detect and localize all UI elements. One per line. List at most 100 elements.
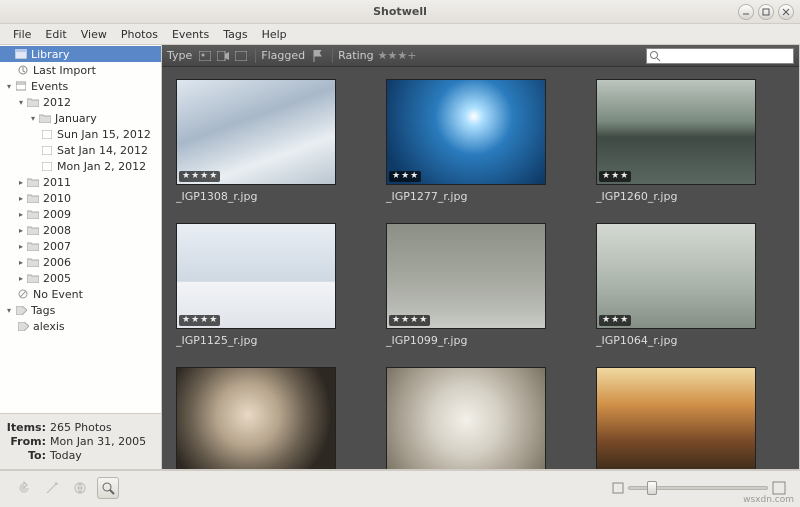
menu-photos[interactable]: Photos — [114, 26, 165, 43]
zoom-slider-thumb[interactable] — [647, 481, 657, 495]
photo-card[interactable]: ★★★ _IGP1064_r.jpg — [596, 223, 756, 347]
chevron-right-icon[interactable]: ▸ — [16, 178, 26, 187]
search-box[interactable] — [646, 48, 794, 64]
sidebar-label: Last Import — [33, 64, 96, 77]
photo-card[interactable] — [386, 367, 546, 469]
sidebar-item-2011[interactable]: ▸2011 — [0, 174, 161, 190]
search-input[interactable] — [661, 50, 800, 62]
meta-from-label: From: — [6, 435, 46, 448]
type-photos-icon[interactable] — [197, 48, 213, 64]
chevron-right-icon[interactable]: ▸ — [16, 274, 26, 283]
photo-thumbnail[interactable] — [386, 367, 546, 469]
photo-thumbnail[interactable] — [596, 367, 756, 469]
chevron-right-icon[interactable]: ▸ — [16, 242, 26, 251]
chevron-right-icon[interactable]: ▸ — [16, 194, 26, 203]
sidebar-item-library[interactable]: Library — [0, 46, 161, 62]
photo-card[interactable]: ★★★_IGP1260_r.jpg — [596, 79, 756, 203]
sidebar-item-date[interactable]: Sat Jan 14, 2012 — [0, 142, 161, 158]
sidebar-label: Events — [31, 80, 68, 93]
photo-filename: _IGP1064_r.jpg — [596, 334, 756, 347]
sidebar-item-2005[interactable]: ▸2005 — [0, 270, 161, 286]
folder-icon — [26, 208, 40, 220]
zoom-in-icon[interactable] — [772, 481, 786, 495]
photo-thumbnail[interactable]: ★★★ — [596, 79, 756, 185]
maximize-button[interactable] — [758, 4, 774, 20]
photo-thumbnail[interactable]: ★★★ — [386, 79, 546, 185]
event-icon — [40, 128, 54, 140]
menu-view[interactable]: View — [74, 26, 114, 43]
sidebar-item-2008[interactable]: ▸2008 — [0, 222, 161, 238]
type-videos-icon[interactable] — [215, 48, 231, 64]
sidebar-item-2006[interactable]: ▸2006 — [0, 254, 161, 270]
menu-bar: File Edit View Photos Events Tags Help — [0, 24, 800, 44]
photo-card[interactable]: ★★★★_IGP1099_r.jpg — [386, 223, 546, 347]
sidebar-item-date[interactable]: Sun Jan 15, 2012 — [0, 126, 161, 142]
sidebar-item-date[interactable]: Mon Jan 2, 2012 — [0, 158, 161, 174]
close-button[interactable] — [778, 4, 794, 20]
chevron-right-icon[interactable]: ▸ — [16, 210, 26, 219]
zoom-out-icon[interactable] — [612, 482, 624, 494]
rating-overlay: ★★★★ — [179, 315, 220, 326]
rating-overlay: ★★★★ — [179, 171, 220, 182]
sidebar-item-last-import[interactable]: Last Import — [0, 62, 161, 78]
menu-events[interactable]: Events — [165, 26, 216, 43]
chevron-down-icon[interactable]: ▾ — [4, 82, 14, 91]
rating-star-2[interactable]: ★ — [387, 49, 397, 62]
photo-card[interactable]: ★★★★_IGP1125_r.jpg — [176, 223, 336, 347]
sidebar-item-tags[interactable]: ▾Tags — [0, 302, 161, 318]
rotate-left-button[interactable] — [13, 477, 35, 499]
library-icon — [14, 48, 28, 60]
sidebar-item-2009[interactable]: ▸2009 — [0, 206, 161, 222]
menu-edit[interactable]: Edit — [38, 26, 73, 43]
flag-icon[interactable] — [310, 48, 326, 64]
chevron-down-icon[interactable]: ▾ — [16, 98, 26, 107]
menu-tags[interactable]: Tags — [216, 26, 254, 43]
photo-thumbnail[interactable] — [176, 367, 336, 469]
photo-card[interactable]: ★★★_IGP1277_r.jpg — [386, 79, 546, 203]
sidebar-item-2012[interactable]: ▾ 2012 — [0, 94, 161, 110]
photo-card[interactable] — [176, 367, 336, 469]
content-area: Type Flagged Rating ★ ★ ★ + ★★★★_IGP1308… — [162, 44, 800, 470]
sidebar-item-january[interactable]: ▾ January — [0, 110, 161, 126]
photo-card[interactable] — [596, 367, 756, 469]
search-icon — [649, 50, 661, 62]
rating-star-3[interactable]: ★ — [397, 49, 407, 62]
separator — [255, 49, 256, 63]
sidebar-item-no-event[interactable]: No Event — [0, 286, 161, 302]
photo-thumbnail[interactable]: ★★★★ — [176, 223, 336, 329]
menu-file[interactable]: File — [6, 26, 38, 43]
sidebar-label: Library — [31, 48, 69, 61]
title-bar: Shotwell — [0, 0, 800, 24]
photo-thumbnail[interactable]: ★★★★ — [386, 223, 546, 329]
type-raw-icon[interactable] — [233, 48, 249, 64]
sidebar-item-2010[interactable]: ▸ 2010 — [0, 190, 161, 206]
sidebar-item-events[interactable]: ▾ Events — [0, 78, 161, 94]
rating-overlay: ★★★ — [599, 171, 631, 182]
sidebar-label: 2010 — [43, 192, 71, 205]
folder-icon — [26, 272, 40, 284]
enhance-button[interactable] — [41, 477, 63, 499]
sidebar-item-tag-alexis[interactable]: alexis — [0, 318, 161, 334]
photo-thumbnail[interactable]: ★★★ — [596, 223, 756, 329]
rating-star-1[interactable]: ★ — [378, 49, 388, 62]
filter-toolbar: Type Flagged Rating ★ ★ ★ + — [162, 45, 799, 67]
chevron-right-icon[interactable]: ▸ — [16, 258, 26, 267]
menu-help[interactable]: Help — [255, 26, 294, 43]
zoom-slider[interactable] — [628, 486, 768, 490]
chevron-down-icon[interactable]: ▾ — [28, 114, 38, 123]
photo-thumbnail[interactable]: ★★★★ — [176, 79, 336, 185]
chevron-right-icon[interactable]: ▸ — [16, 226, 26, 235]
photo-card[interactable]: ★★★★_IGP1308_r.jpg — [176, 79, 336, 203]
find-button[interactable] — [97, 477, 119, 499]
chevron-down-icon[interactable]: ▾ — [4, 306, 14, 315]
folder-icon — [26, 240, 40, 252]
rating-overlay: ★★★★ — [389, 315, 430, 326]
sidebar-tree: Library Last Import ▾ Events ▾ 2012 ▾ Ja… — [0, 45, 161, 413]
minimize-button[interactable] — [738, 4, 754, 20]
rating-plus[interactable]: + — [407, 49, 416, 62]
import-icon — [16, 64, 30, 76]
thumbnail-grid[interactable]: ★★★★_IGP1308_r.jpg★★★_IGP1277_r.jpg★★★_I… — [162, 67, 799, 469]
sidebar-item-2007[interactable]: ▸2007 — [0, 238, 161, 254]
sidebar-label: alexis — [33, 320, 65, 333]
publish-button[interactable] — [69, 477, 91, 499]
